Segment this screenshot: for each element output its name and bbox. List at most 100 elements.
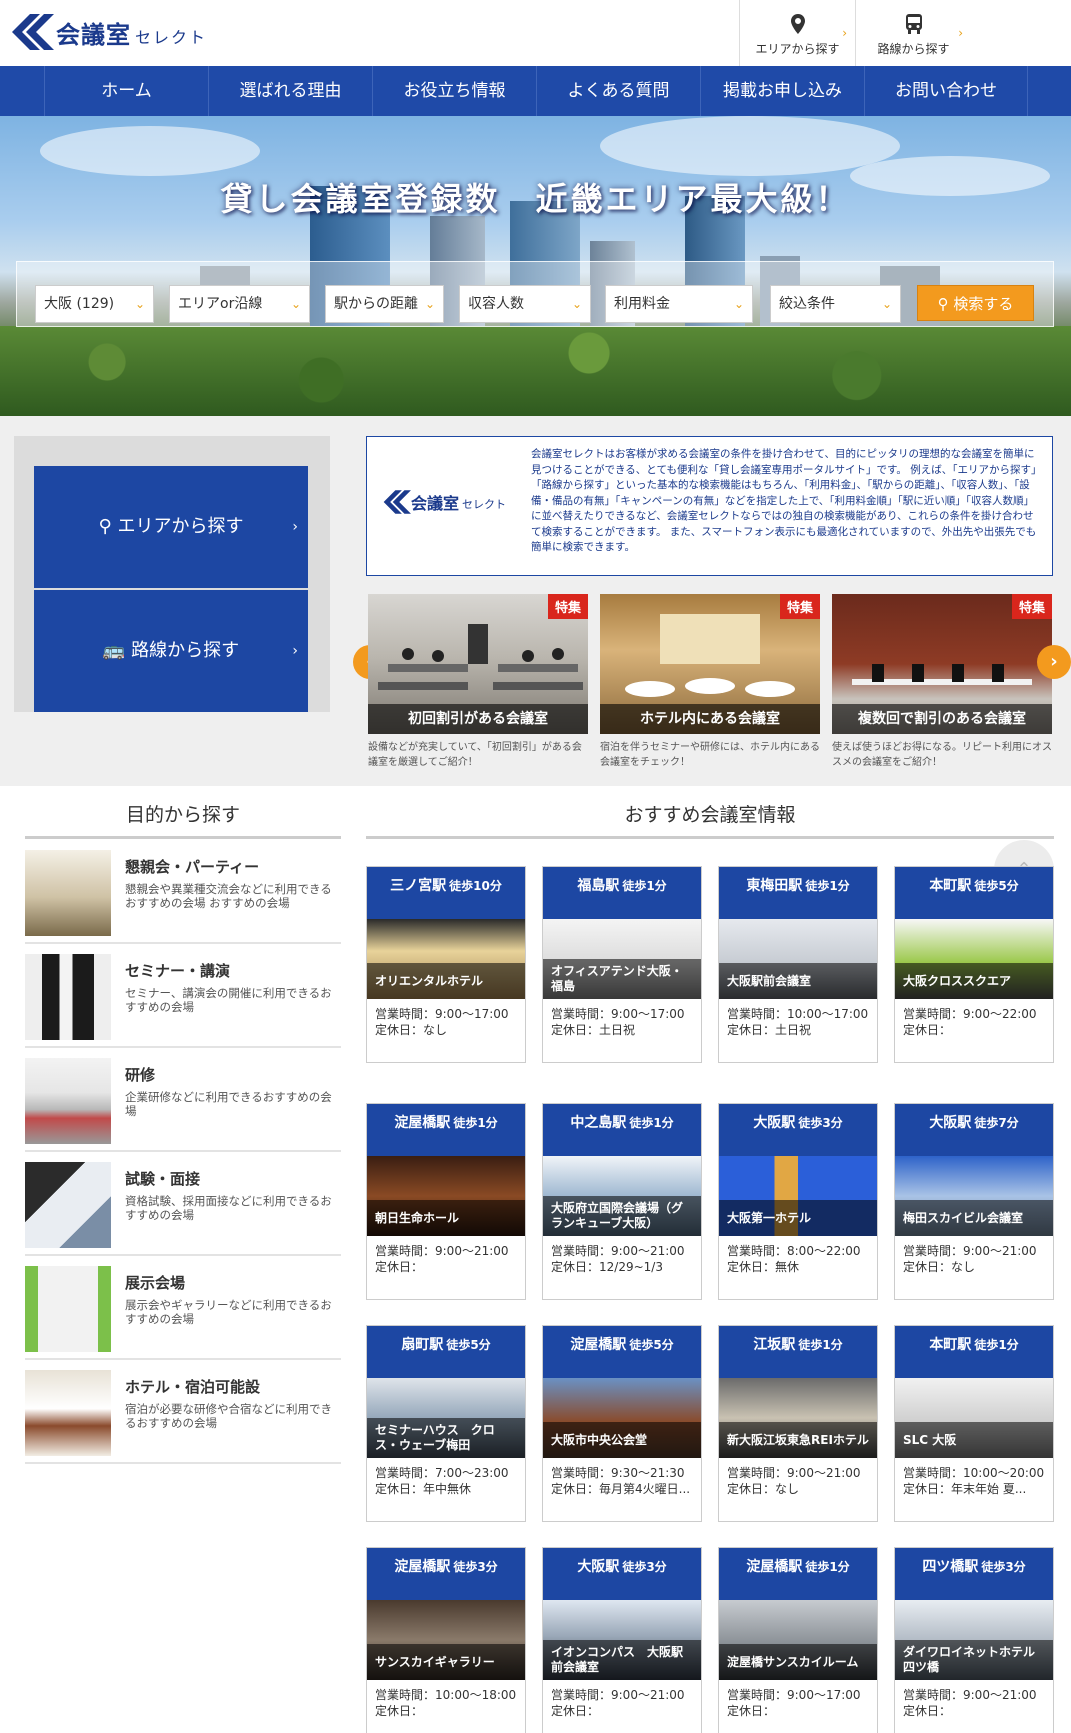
room-card[interactable]: 大阪駅 徒歩3分 大阪第一ホテル 営業時間：8:00～22:00 定休日：無休 xyxy=(718,1103,878,1300)
prefecture-select-value: 大阪 (129) xyxy=(44,296,115,312)
price-select[interactable]: 利用料金 ⌄ xyxy=(605,285,753,323)
room-closed-days: 定休日：なし xyxy=(375,1023,448,1037)
room-card-header: 福島駅 徒歩1分 xyxy=(543,867,701,919)
room-station: 東梅田駅 xyxy=(746,878,803,894)
room-card[interactable]: 福島駅 徒歩1分 オフィスアテンド大阪・福島 営業時間：9:00～17:00 定休日：土… xyxy=(542,866,702,1063)
hero-search-button[interactable]: ⚲ 検索する xyxy=(917,285,1034,321)
header-area-search-button[interactable]: エリアから探す › xyxy=(739,0,855,66)
room-card[interactable]: 大阪駅 徒歩3分 イオンコンパス 大阪駅前会議室 営業時間：9:00～21:00 定休日… xyxy=(542,1547,702,1733)
header-route-search-button[interactable]: 路線から探す › xyxy=(855,0,971,66)
room-closed-days: 定休日：なし xyxy=(903,1260,976,1274)
room-station: 四ツ橋駅 xyxy=(922,1559,979,1575)
nav-contact[interactable]: お問い合わせ xyxy=(864,66,1028,116)
feature-desc: 宿泊を伴うセミナーや研修には、ホテル内にある会議室をチェック！ xyxy=(600,742,820,768)
nav-home[interactable]: ホーム xyxy=(44,66,208,116)
room-card[interactable]: 本町駅 徒歩1分 SLC 大阪 営業時間：10:00～20:00 定休日：年末年始 夏.… xyxy=(894,1325,1054,1522)
room-station: 中之島駅 xyxy=(570,1115,627,1131)
room-card-header: 淀屋橋駅 徒歩3分 xyxy=(367,1548,525,1600)
room-card[interactable]: 四ツ橋駅 徒歩3分 ダイワロイネットホテル四ツ橋 営業時間：9:00～21:00 定休日… xyxy=(894,1547,1054,1733)
purpose-item-training[interactable]: 研修 企業研修などに利用できるおすすめの会場 xyxy=(25,1048,341,1152)
room-photo: 大阪府立国際会議場（グランキューブ大阪） xyxy=(543,1156,701,1236)
area-line-select[interactable]: エリアor沿線 ⌄ xyxy=(169,285,310,323)
room-card-header: 大阪駅 徒歩3分 xyxy=(719,1104,877,1156)
room-closed-days: 定休日：土日祝 xyxy=(727,1023,812,1037)
hero-title: 貸し会議室登録数 近畿エリア最大級！ xyxy=(220,180,851,218)
nav-listing-apply[interactable]: 掲載お申し込み xyxy=(700,66,864,116)
seminar-thumbnail xyxy=(25,954,111,1040)
capacity-select[interactable]: 収容人数 ⌄ xyxy=(459,285,591,323)
route-button-label: 路線から探す xyxy=(877,42,950,56)
nav-reasons[interactable]: 選ばれる理由 xyxy=(208,66,372,116)
purpose-name: ホテル・宿泊可能設 xyxy=(125,1378,261,1396)
room-card[interactable]: 本町駅 徒歩5分 大阪クロススクエア 営業時間：9:00～22:00 定休日： xyxy=(894,866,1054,1063)
room-walk-time: 徒歩1分 xyxy=(974,1338,1019,1352)
room-hours: 営業時間：10:00～18:00 xyxy=(375,1688,517,1702)
carousel-next-button[interactable]: › xyxy=(1037,645,1071,679)
nav-faq[interactable]: よくある質問 xyxy=(536,66,700,116)
feature-tag: 特集 xyxy=(547,594,588,619)
room-photo: SLC 大阪 xyxy=(895,1378,1053,1458)
room-card[interactable]: 三ノ宮駅 徒歩10分 オリエンタルホテル 営業時間：9:00～17:00 定休日：なし xyxy=(366,866,526,1063)
nav-useful-info[interactable]: お役立ち情報 xyxy=(372,66,536,116)
room-photo: セミナーハウス クロス・ウェーブ梅田 xyxy=(367,1378,525,1458)
room-card[interactable]: 中之島駅 徒歩1分 大阪府立国際会議場（グランキューブ大阪） 営業時間：9:00～21… xyxy=(542,1103,702,1300)
room-card[interactable]: 東梅田駅 徒歩1分 大阪駅前会議室 営業時間：10:00～17:00 定休日：土日祝 xyxy=(718,866,878,1063)
purpose-name: 展示会場 xyxy=(125,1274,186,1292)
room-walk-time: 徒歩3分 xyxy=(981,1560,1026,1574)
purpose-item-exhibition[interactable]: 展示会場 展示会やギャラリーなどに利用できるおすすめの会場 xyxy=(25,1256,341,1360)
room-station: 江坂駅 xyxy=(753,1337,796,1353)
room-name: オリエンタルホテル xyxy=(367,963,525,999)
room-hours: 営業時間：9:00～21:00 xyxy=(375,1244,509,1258)
feature-card[interactable]: 特集 ホテル内にある会議室 宿泊を伴うセミナーや研修には、ホテル内にある会議室を… xyxy=(600,594,820,770)
room-photo: 大阪市中央公会堂 xyxy=(543,1378,701,1458)
room-hours: 営業時間：9:00～21:00 xyxy=(727,1466,861,1480)
purpose-text: 展示会やギャラリーなどに利用できるおすすめの会場 xyxy=(125,1298,332,1326)
chevron-down-icon: ⌄ xyxy=(733,297,744,311)
logo-chevron-icon xyxy=(383,490,411,514)
room-walk-time: 徒歩1分 xyxy=(805,1560,850,1574)
room-photo: イオンコンパス 大阪駅前会議室 xyxy=(543,1600,701,1680)
logo-sub: セレクト xyxy=(135,28,208,47)
room-card[interactable]: 淀屋橋駅 徒歩1分 淀屋橋サンスカイルーム 営業時間：9:00～17:00 定休日： xyxy=(718,1547,878,1733)
room-closed-days: 定休日：年中無休 xyxy=(375,1482,472,1496)
room-card[interactable]: 淀屋橋駅 徒歩1分 朝日生命ホール 営業時間：9:00～21:00 定休日： xyxy=(366,1103,526,1300)
purpose-name: 試験・面接 xyxy=(125,1170,201,1188)
room-walk-time: 徒歩1分 xyxy=(622,879,667,893)
hero-banner: 貸し会議室登録数 近畿エリア最大級！ 大阪 (129) ⌄ エリアor沿線 ⌄ 駅か… xyxy=(0,116,1071,416)
room-closed-days: 定休日： xyxy=(903,1704,952,1718)
room-photo: 新大阪江坂東急REIホテル xyxy=(719,1378,877,1458)
search-icon: ⚲ xyxy=(937,295,949,313)
filter-select[interactable]: 絞込条件 ⌄ xyxy=(770,285,901,323)
party-thumbnail xyxy=(25,850,111,936)
feature-card[interactable]: 特集 複数回で割引のある会議室 使えば使うほどお得になる。リピート利用にオススメ… xyxy=(832,594,1052,770)
purpose-item-hotel[interactable]: ホテル・宿泊可能設 宿泊が必要な研修や合宿などに利用できるおすすめの会場 xyxy=(25,1360,341,1464)
room-name: セミナーハウス クロス・ウェーブ梅田 xyxy=(367,1418,525,1458)
purpose-text: 資格試験、採用面接などに利用できるおすすめの会場 xyxy=(125,1194,332,1222)
room-station: 福島駅 xyxy=(577,878,620,894)
side-area-search-button[interactable]: ⚲ エリアから探す › xyxy=(34,466,308,588)
room-card[interactable]: 大阪駅 徒歩7分 梅田スカイビル会議室 営業時間：9:00～21:00 定休日：なし xyxy=(894,1103,1054,1300)
room-card-header: 淀屋橋駅 徒歩1分 xyxy=(719,1548,877,1600)
about-box: 会議室 セレクト 会議室セレクトはお客様が求める会議室の条件を掛け合わせて、目的… xyxy=(366,436,1053,576)
site-logo[interactable]: 会議室 セレクト xyxy=(8,12,207,52)
chevron-down-icon: ⌄ xyxy=(571,297,582,311)
feature-card[interactable]: 特集 初回割引がある会議室 設備などが充実していて、「初回割引」がある会議室を厳… xyxy=(368,594,588,770)
purpose-text: 企業研修などに利用できるおすすめの会場 xyxy=(125,1090,332,1118)
room-card[interactable]: 江坂駅 徒歩1分 新大阪江坂東急REIホテル 営業時間：9:00～21:00 定休日：な… xyxy=(718,1325,878,1522)
chevron-right-icon: › xyxy=(292,519,298,535)
distance-select[interactable]: 駅からの距離 ⌄ xyxy=(325,285,444,323)
purpose-item-exam[interactable]: 試験・面接 資格試験、採用面接などに利用できるおすすめの会場 xyxy=(25,1152,341,1256)
room-card[interactable]: 淀屋橋駅 徒歩5分 大阪市中央公会堂 営業時間：9:30～21:30 定休日：毎月第4火… xyxy=(542,1325,702,1522)
room-card[interactable]: 扇町駅 徒歩5分 セミナーハウス クロス・ウェーブ梅田 営業時間：7:00～23:00… xyxy=(366,1325,526,1522)
room-closed-days: 定休日：12/29~1/3 xyxy=(551,1260,663,1274)
purpose-item-party[interactable]: 懇親会・パーティー 懇親会や異業種交流会などに利用できるおすすめの会場 おすすめ… xyxy=(25,840,341,944)
room-name: SLC 大阪 xyxy=(895,1422,1053,1458)
bus-icon: 🚌 xyxy=(102,640,126,661)
room-card-header: 本町駅 徒歩5分 xyxy=(895,867,1053,919)
distance-select-value: 駅からの距離 xyxy=(334,296,418,312)
room-card[interactable]: 淀屋橋駅 徒歩3分 サンスカイギャラリー 営業時間：10:00～18:00 定休日： xyxy=(366,1547,526,1733)
prefecture-select[interactable]: 大阪 (129) ⌄ xyxy=(35,285,154,323)
purpose-item-seminar[interactable]: セミナー・講演 セミナー、講演会の開催に利用できるおすすめの会場 xyxy=(25,944,341,1048)
side-route-search-button[interactable]: 🚌 路線から探す › xyxy=(34,590,308,712)
room-hours: 営業時間：9:00～17:00 xyxy=(375,1007,509,1021)
